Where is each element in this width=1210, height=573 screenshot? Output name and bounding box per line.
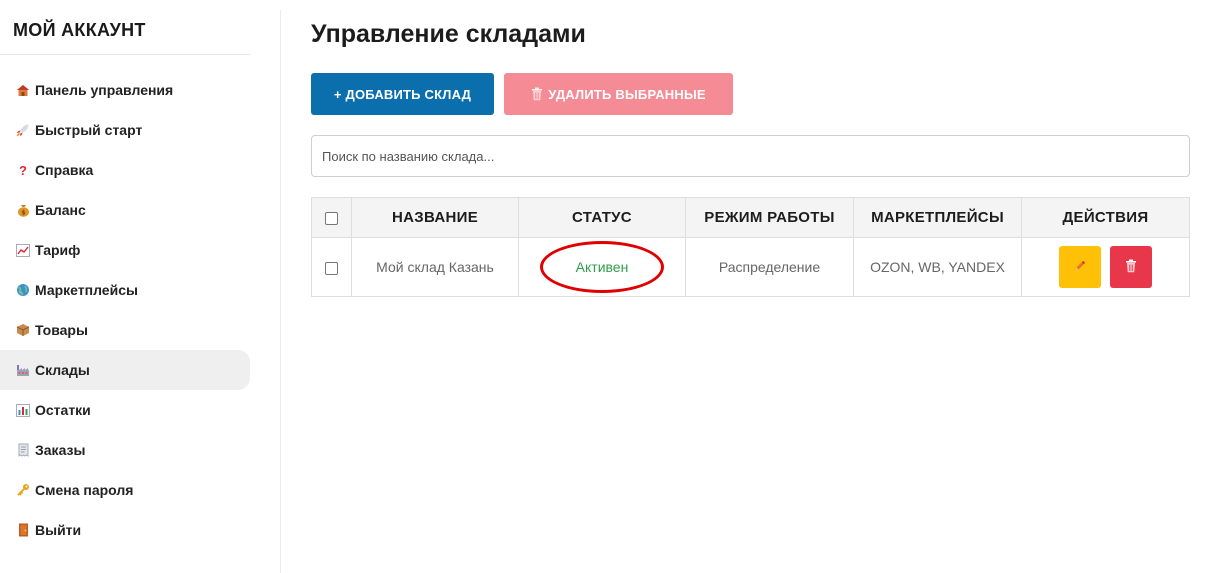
sidebar-item-label: Панель управления (35, 82, 174, 98)
edit-button[interactable] (1058, 246, 1101, 288)
sidebar-item-products[interactable]: Товары (0, 310, 250, 350)
sidebar-item-dashboard[interactable]: Панель управления (0, 70, 250, 110)
pencil-icon (1074, 259, 1086, 275)
sidebar-divider (0, 54, 250, 55)
sidebar-item-label: Тариф (35, 242, 81, 258)
add-warehouse-button[interactable]: + ДОБАВИТЬ СКЛАД (311, 73, 494, 115)
sidebar-item-marketplaces[interactable]: Маркетплейсы (0, 270, 250, 310)
add-warehouse-label: + ДОБАВИТЬ СКЛАД (333, 86, 472, 102)
delete-selected-label: УДАЛИТЬ ВЫБРАННЫЕ (548, 86, 706, 102)
page-title: Управление складами (311, 20, 586, 48)
sidebar-item-tariff[interactable]: Тариф (0, 230, 250, 270)
sidebar-item-label: Остатки (35, 402, 91, 418)
work-mode: Распределение (685, 237, 854, 297)
sidebar-title: МОЙ АККАУНТ (13, 20, 146, 40)
sidebar-item-help[interactable]: ? Справка (0, 150, 250, 190)
sidebar-item-warehouses[interactable]: Склады (0, 350, 250, 390)
sidebar-item-label: Склады (35, 362, 90, 378)
sidebar-item-label: Заказы (35, 442, 86, 458)
sidebar-item-label: Баланс (35, 202, 86, 218)
trash-icon (531, 87, 543, 101)
header-marketplaces[interactable]: МАРКЕТПЛЕЙСЫ (853, 197, 1022, 238)
sidebar-item-label: Смена пароля (35, 482, 134, 498)
row-checkbox[interactable] (325, 261, 338, 275)
chart-up-icon (15, 242, 31, 258)
header-name[interactable]: НАЗВАНИЕ (351, 197, 519, 238)
actions-cell (1021, 237, 1190, 297)
key-icon (15, 482, 31, 498)
status-cell: Активен (518, 237, 686, 297)
table-row: Мой склад Казань Активен Распределение O… (311, 237, 1190, 297)
table-header-row: НАЗВАНИЕ СТАТУС РЕЖИМ РАБОТЫ МАРКЕТПЛЕЙС… (311, 197, 1190, 238)
header-status[interactable]: СТАТУС (518, 197, 686, 238)
header-mode[interactable]: РЕЖИМ РАБОТЫ (685, 197, 854, 238)
trash-icon (1125, 259, 1137, 276)
delete-button[interactable] (1110, 246, 1153, 288)
sidebar-item-quick-start[interactable]: Быстрый старт (0, 110, 250, 150)
bar-chart-icon (15, 402, 31, 418)
globe-icon (15, 282, 31, 298)
header-actions: ДЕЙСТВИЯ (1021, 197, 1190, 238)
rocket-icon (15, 122, 31, 138)
sidebar-menu: Панель управления Быстрый старт ? Справк… (0, 70, 250, 550)
sidebar-item-label: Маркетплейсы (35, 282, 138, 298)
sidebar-item-label: Товары (35, 322, 88, 338)
warehouses-table: НАЗВАНИЕ СТАТУС РЕЖИМ РАБОТЫ МАРКЕТПЛЕЙС… (311, 197, 1190, 297)
package-icon (15, 322, 31, 338)
svg-text:$: $ (21, 210, 25, 217)
sidebar-item-change-password[interactable]: Смена пароля (0, 470, 250, 510)
money-bag-icon: $ (15, 202, 31, 218)
select-all-checkbox[interactable] (325, 211, 338, 225)
sidebar-item-label: Справка (35, 162, 94, 178)
sidebar-item-orders[interactable]: Заказы (0, 430, 250, 470)
sidebar-separator (280, 10, 281, 573)
sidebar-item-balance[interactable]: $ Баланс (0, 190, 250, 230)
sidebar-item-stock[interactable]: Остатки (0, 390, 250, 430)
door-icon (15, 522, 31, 538)
sidebar: МОЙ АККАУНТ Панель управления Быстрый ст… (0, 0, 250, 573)
factory-icon (15, 362, 31, 378)
sidebar-item-label: Быстрый старт (35, 122, 143, 138)
house-icon (15, 82, 31, 98)
marketplaces-list: OZON, WB, YANDEX (853, 237, 1022, 297)
warehouse-name: Мой склад Казань (351, 237, 519, 297)
search-input[interactable] (311, 135, 1190, 177)
sidebar-item-label: Выйти (35, 522, 82, 538)
delete-selected-button[interactable]: УДАЛИТЬ ВЫБРАННЫЕ (504, 73, 733, 115)
header-select-cell (311, 197, 352, 238)
status-badge: Активен (575, 259, 629, 275)
sidebar-item-logout[interactable]: Выйти (0, 510, 250, 550)
question-icon: ? (19, 162, 27, 178)
row-select-cell (311, 237, 352, 297)
receipt-icon (15, 442, 31, 458)
status-highlight: Активен (540, 241, 664, 293)
